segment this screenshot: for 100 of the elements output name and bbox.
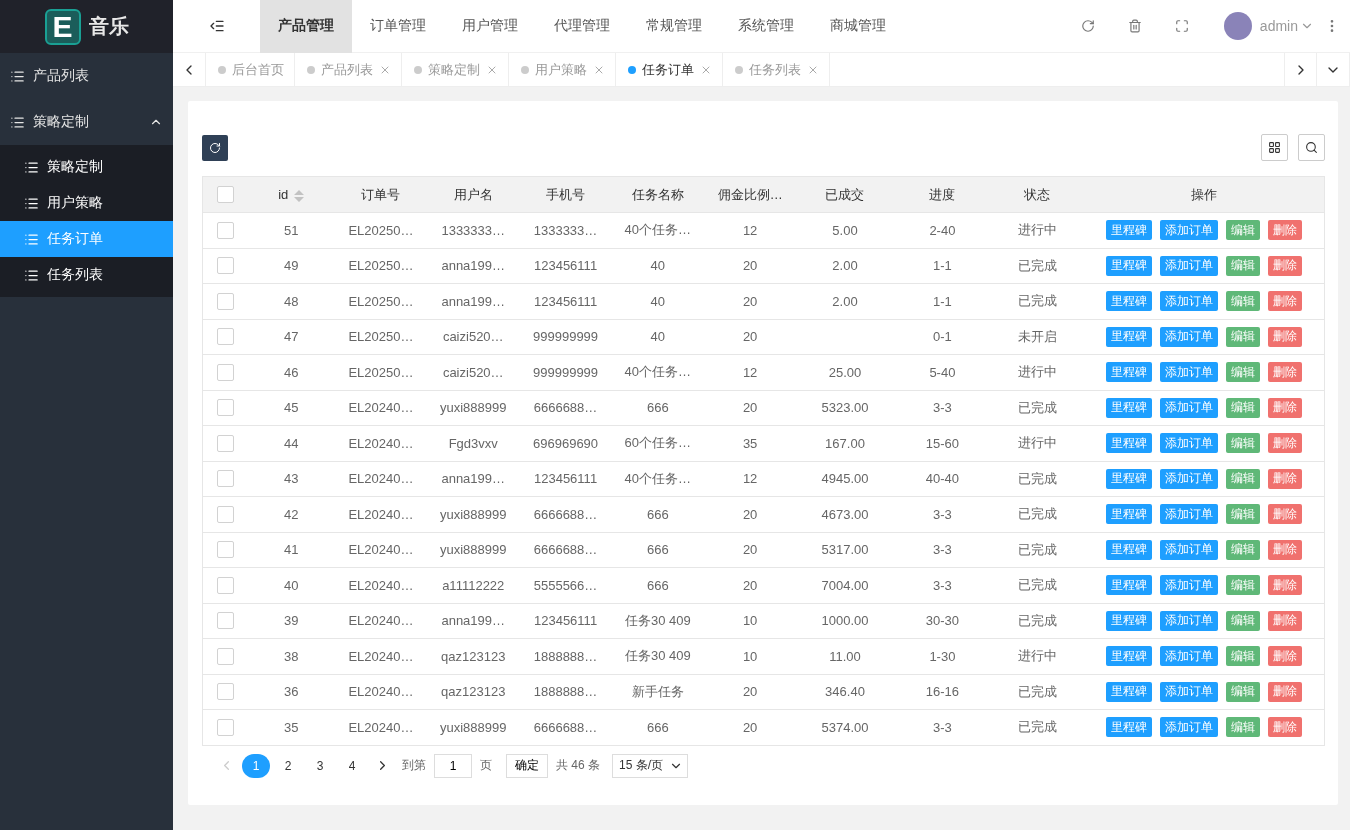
milestone-button[interactable]: 里程碑 (1105, 717, 1152, 738)
row-checkbox[interactable] (216, 505, 234, 523)
add-order-button[interactable]: 添加订单 (1159, 717, 1218, 738)
delete-button[interactable]: 删除 (1267, 717, 1302, 738)
columns-button[interactable] (1261, 134, 1288, 161)
sidebar-subitem[interactable]: 策略定制 (0, 149, 173, 185)
sidebar-item[interactable]: 产品列表 (0, 53, 173, 99)
page-number[interactable]: 3 (306, 753, 334, 778)
page-tab[interactable]: 后台首页 (206, 53, 295, 86)
add-order-button[interactable]: 添加订单 (1159, 220, 1218, 241)
edit-button[interactable]: 编辑 (1225, 362, 1260, 383)
page-number[interactable]: 1 (242, 753, 270, 778)
add-order-button[interactable]: 添加订单 (1159, 681, 1218, 702)
delete-button[interactable]: 删除 (1267, 220, 1302, 241)
milestone-button[interactable]: 里程碑 (1105, 646, 1152, 667)
user-menu[interactable]: admin (1259, 18, 1314, 34)
add-order-button[interactable]: 添加订单 (1159, 646, 1218, 667)
edit-button[interactable]: 编辑 (1225, 610, 1260, 631)
delete-button[interactable]: 删除 (1267, 646, 1302, 667)
confirm-button[interactable]: 确定 (506, 753, 548, 778)
nav-item[interactable]: 订单管理 (352, 0, 444, 53)
refresh-button[interactable] (202, 134, 228, 161)
sidebar-subitem[interactable]: 任务订单 (0, 221, 173, 257)
add-order-button[interactable]: 添加订单 (1159, 468, 1218, 489)
edit-button[interactable]: 编辑 (1225, 468, 1260, 489)
add-order-button[interactable]: 添加订单 (1159, 255, 1218, 276)
nav-item[interactable]: 常规管理 (628, 0, 720, 53)
trash-icon[interactable] (1128, 19, 1143, 33)
milestone-button[interactable]: 里程碑 (1105, 468, 1152, 489)
page-number[interactable]: 2 (274, 753, 302, 778)
edit-button[interactable]: 编辑 (1225, 220, 1260, 241)
edit-button[interactable]: 编辑 (1225, 539, 1260, 560)
row-checkbox[interactable] (216, 292, 234, 310)
page-size-select[interactable]: 15 条/页 (612, 753, 689, 778)
add-order-button[interactable]: 添加订单 (1159, 326, 1218, 347)
milestone-button[interactable]: 里程碑 (1105, 433, 1152, 454)
edit-button[interactable]: 编辑 (1225, 255, 1260, 276)
sort-icon[interactable] (294, 189, 305, 202)
row-checkbox[interactable] (216, 221, 234, 239)
milestone-button[interactable]: 里程碑 (1105, 575, 1152, 596)
add-order-button[interactable]: 添加订单 (1159, 397, 1218, 418)
delete-button[interactable]: 删除 (1267, 681, 1302, 702)
row-checkbox[interactable] (216, 257, 234, 275)
sidebar-item[interactable]: 策略定制 (0, 99, 173, 145)
nav-item[interactable]: 代理管理 (536, 0, 628, 53)
row-checkbox[interactable] (216, 434, 234, 452)
delete-button[interactable]: 删除 (1267, 610, 1302, 631)
nav-item[interactable]: 用户管理 (444, 0, 536, 53)
scroll-right-button[interactable] (1284, 53, 1317, 86)
edit-button[interactable]: 编辑 (1225, 291, 1260, 312)
row-checkbox[interactable] (216, 576, 234, 594)
sidebar-subitem[interactable]: 用户策略 (0, 185, 173, 221)
delete-button[interactable]: 删除 (1267, 291, 1302, 312)
sidebar-subitem[interactable]: 任务列表 (0, 257, 173, 293)
milestone-button[interactable]: 里程碑 (1105, 610, 1152, 631)
edit-button[interactable]: 编辑 (1225, 433, 1260, 454)
row-checkbox[interactable] (216, 541, 234, 559)
add-order-button[interactable]: 添加订单 (1159, 539, 1218, 560)
nav-item[interactable]: 系统管理 (720, 0, 812, 53)
add-order-button[interactable]: 添加订单 (1159, 610, 1218, 631)
edit-button[interactable]: 编辑 (1225, 326, 1260, 347)
row-checkbox[interactable] (216, 363, 234, 381)
delete-button[interactable]: 删除 (1267, 397, 1302, 418)
milestone-button[interactable]: 里程碑 (1105, 326, 1152, 347)
row-checkbox[interactable] (216, 612, 234, 630)
delete-button[interactable]: 删除 (1267, 362, 1302, 383)
delete-button[interactable]: 删除 (1267, 255, 1302, 276)
add-order-button[interactable]: 添加订单 (1159, 575, 1218, 596)
row-checkbox[interactable] (216, 328, 234, 346)
page-input[interactable]: 1 (434, 753, 472, 778)
page-tab[interactable]: 用户策略 (509, 53, 616, 86)
add-order-button[interactable]: 添加订单 (1159, 362, 1218, 383)
page-tab[interactable]: 策略定制 (402, 53, 509, 86)
select-all-checkbox[interactable] (216, 186, 234, 204)
milestone-button[interactable]: 里程碑 (1105, 539, 1152, 560)
milestone-button[interactable]: 里程碑 (1105, 681, 1152, 702)
add-order-button[interactable]: 添加订单 (1159, 291, 1218, 312)
nav-item[interactable]: 商城管理 (812, 0, 904, 53)
delete-button[interactable]: 删除 (1267, 504, 1302, 525)
delete-button[interactable]: 删除 (1267, 468, 1302, 489)
milestone-button[interactable]: 里程碑 (1105, 291, 1152, 312)
search-button[interactable] (1298, 134, 1325, 161)
milestone-button[interactable]: 里程碑 (1105, 255, 1152, 276)
nav-item[interactable]: 产品管理 (260, 0, 352, 53)
fullscreen-icon[interactable] (1175, 19, 1190, 33)
edit-button[interactable]: 编辑 (1225, 397, 1260, 418)
row-checkbox[interactable] (216, 470, 234, 488)
edit-button[interactable]: 编辑 (1225, 504, 1260, 525)
menu-fold-icon[interactable] (208, 18, 225, 34)
milestone-button[interactable]: 里程碑 (1105, 397, 1152, 418)
add-order-button[interactable]: 添加订单 (1159, 504, 1218, 525)
row-checkbox[interactable] (216, 718, 234, 736)
row-checkbox[interactable] (216, 683, 234, 701)
milestone-button[interactable]: 里程碑 (1105, 504, 1152, 525)
edit-button[interactable]: 编辑 (1225, 575, 1260, 596)
page-number[interactable]: 4 (338, 753, 366, 778)
page-tab[interactable]: 产品列表 (295, 53, 402, 86)
edit-button[interactable]: 编辑 (1225, 681, 1260, 702)
milestone-button[interactable]: 里程碑 (1105, 220, 1152, 241)
delete-button[interactable]: 删除 (1267, 539, 1302, 560)
